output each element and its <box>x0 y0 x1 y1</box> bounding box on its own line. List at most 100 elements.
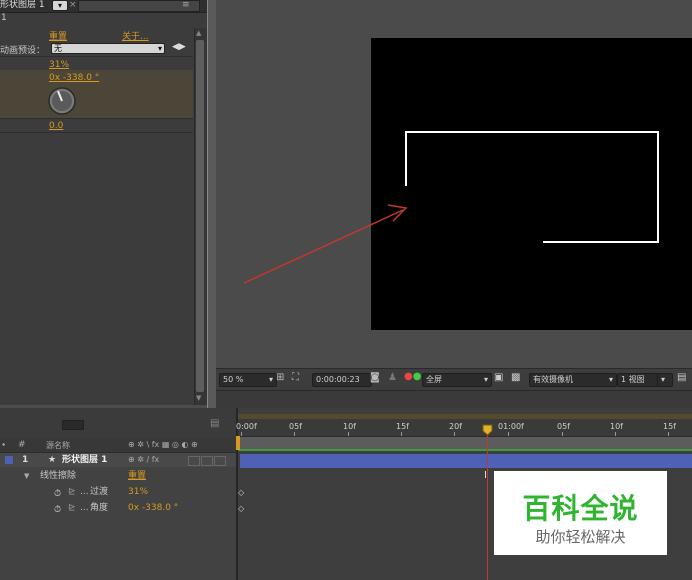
ruler-tick <box>508 432 509 436</box>
ruler-label: 0:00f <box>236 422 257 431</box>
layer-row[interactable]: 1 ★ 形状图层 1 ⊕ ✲ ∕ fx <box>0 453 236 467</box>
panel-splitter[interactable] <box>216 390 692 409</box>
layer-number: 1 <box>22 455 29 465</box>
work-area-bar[interactable] <box>238 414 692 419</box>
timeline-search-bar: ▤ <box>0 408 236 438</box>
transition-prop-value[interactable]: 31% <box>128 485 148 499</box>
panel-menu-icon[interactable]: ≡ <box>182 0 190 10</box>
stopwatch-icon[interactable]: ⏱ <box>54 487 61 501</box>
preset-prev-next-icon[interactable]: ◀▶ <box>172 42 186 52</box>
switch-box[interactable] <box>214 456 226 466</box>
layer-label-color[interactable] <box>5 456 13 464</box>
angle-dial[interactable] <box>46 86 78 116</box>
transition-value[interactable]: 31% <box>49 60 69 70</box>
ruler-label: 01:00f <box>498 422 524 431</box>
property-row-angle[interactable]: ⏱ ⊵ ... 角度 0x -338.0 ° <box>0 501 236 515</box>
keyframe-diamond-icon[interactable]: ◇ <box>238 504 244 513</box>
chevron-down-icon: ▾ <box>483 375 488 384</box>
tab-menu-dropdown[interactable]: ▾ <box>52 0 68 11</box>
chevron-down-icon: ▾ <box>157 44 162 53</box>
ruler-label: 05f <box>557 422 570 431</box>
work-area-start-handle[interactable] <box>236 436 240 450</box>
layer-name[interactable]: 形状图层 1 <box>62 453 107 467</box>
source-name-header[interactable]: 源名称 <box>46 440 70 451</box>
zoom-dropdown[interactable]: 50 % ▾ <box>219 373 277 387</box>
expand-triangle-icon[interactable]: ▼ <box>24 469 29 483</box>
effect-about-link[interactable]: 关于... <box>122 29 149 42</box>
shape-layer-star-icon: ★ <box>48 455 57 465</box>
color-channels-icon[interactable]: ●● <box>404 371 421 382</box>
ruler-tick <box>294 432 295 436</box>
safe-margins-icon[interactable]: ⊞ <box>276 372 284 383</box>
transparency-grid-icon[interactable]: ▩ <box>511 372 520 383</box>
stopwatch-icon[interactable]: ⏱ <box>54 503 61 517</box>
animation-preset-dropdown[interactable]: 无 ▾ <box>51 43 165 54</box>
effect-reset-link-timeline[interactable]: 重置 <box>128 469 146 483</box>
watermark-logo: 百科全说 助你轻松解决 <box>494 471 667 555</box>
animation-preset-label: 动画预设： <box>0 46 46 56</box>
property-row-transition[interactable]: ⏱ ⊵ ... 过渡 31% <box>0 485 236 499</box>
effect-controls-panel <box>0 0 208 405</box>
layer-duration-bar[interactable] <box>240 454 692 468</box>
camera-dropdown[interactable]: 有效摄像机 ▾ <box>529 373 617 387</box>
layer-switches[interactable]: ⊕ ✲ ∕ fx <box>128 453 159 467</box>
resolution-value: 全屏 <box>426 375 442 384</box>
ruler-tick <box>562 432 563 436</box>
ruler-label: 15f <box>663 422 676 431</box>
ruler-label: 10f <box>343 422 356 431</box>
mask-visibility-icon[interactable]: ⛶ <box>292 372 299 383</box>
angle-value[interactable]: 0x -338.0 ° <box>49 73 99 83</box>
red-arrow-annotation <box>243 209 404 284</box>
render-progress-line <box>238 449 692 451</box>
show-snapshot-icon[interactable]: ♟ <box>388 372 397 383</box>
watermark-title: 百科全说 <box>522 492 639 525</box>
zoom-value: 50 % <box>223 375 244 384</box>
number-column-icon: # <box>18 440 26 450</box>
effect-controls-tab-label: 形状图层 1 <box>0 0 45 10</box>
tab-close-icon[interactable]: × <box>69 0 77 11</box>
canvas-overlay <box>243 131 659 284</box>
camera-snapshot-icon[interactable]: ◙ <box>370 372 380 383</box>
effect-row[interactable]: ▼ 线性擦除 重置 <box>0 469 236 483</box>
scroll-down-icon[interactable]: ▼ <box>196 394 201 402</box>
animation-preset-value: 无 <box>54 44 62 53</box>
pixel-aspect-icon[interactable]: ▤ <box>677 372 686 383</box>
ruler-tick <box>615 432 616 436</box>
keyframe-diamond-icon[interactable]: ◇ <box>238 488 244 497</box>
chevron-down-icon: ▾ <box>268 375 273 384</box>
graph-editor-icon[interactable]: ▤ <box>210 418 219 429</box>
effect-controls-tab[interactable]: 形状图层 1 ▾ × ≡ <box>0 0 207 13</box>
effects-scroll-thumb[interactable] <box>196 40 204 392</box>
timeline-column-header: ⬩ # 源名称 ⊕ ✲ \ fx ▦ ◎ ◐ ⊕ <box>0 438 236 453</box>
angle-prop-value[interactable]: 0x -338.0 ° <box>128 501 178 515</box>
label-tag-icon: ⬩ <box>2 440 6 450</box>
current-time-indicator-icon[interactable] <box>482 424 493 436</box>
separator <box>0 56 193 57</box>
graph-link-icon: ⊵ <box>68 487 76 497</box>
current-time-indicator-line[interactable] <box>487 430 488 580</box>
ruler-tick <box>348 432 349 436</box>
ruler-tick <box>401 432 402 436</box>
timeline-search-field[interactable] <box>62 420 84 430</box>
ruler-label: 15f <box>396 422 409 431</box>
row-index: 1 <box>1 13 7 23</box>
timecode-display[interactable]: 0:00:00:23 <box>312 373 372 387</box>
separator <box>0 132 193 133</box>
ruler-tick <box>668 432 669 436</box>
switches-header: ⊕ ✲ \ fx ▦ ◎ ◐ ⊕ <box>128 440 198 449</box>
effect-reset-link[interactable]: 重置 <box>49 29 67 42</box>
ruler-label: 20f <box>449 422 462 431</box>
views-value: 1 视图 <box>621 375 645 384</box>
camera-value: 有效摄像机 <box>533 375 573 384</box>
feather-value[interactable]: 0.0 <box>49 121 63 131</box>
switch-box[interactable] <box>201 456 213 466</box>
scroll-up-icon[interactable]: ▲ <box>196 29 201 37</box>
region-of-interest-icon[interactable]: ▣ <box>494 372 503 383</box>
graph-link-icon: ⊵ <box>68 503 76 513</box>
watermark-subtitle: 助你轻松解决 <box>535 528 626 546</box>
separator <box>0 118 193 119</box>
angle-prop-name: 角度 <box>90 503 109 513</box>
resolution-dropdown[interactable]: 全屏 ▾ <box>422 373 492 387</box>
views-chevron-button[interactable]: ▾ <box>657 373 673 387</box>
switch-box[interactable] <box>188 456 200 466</box>
